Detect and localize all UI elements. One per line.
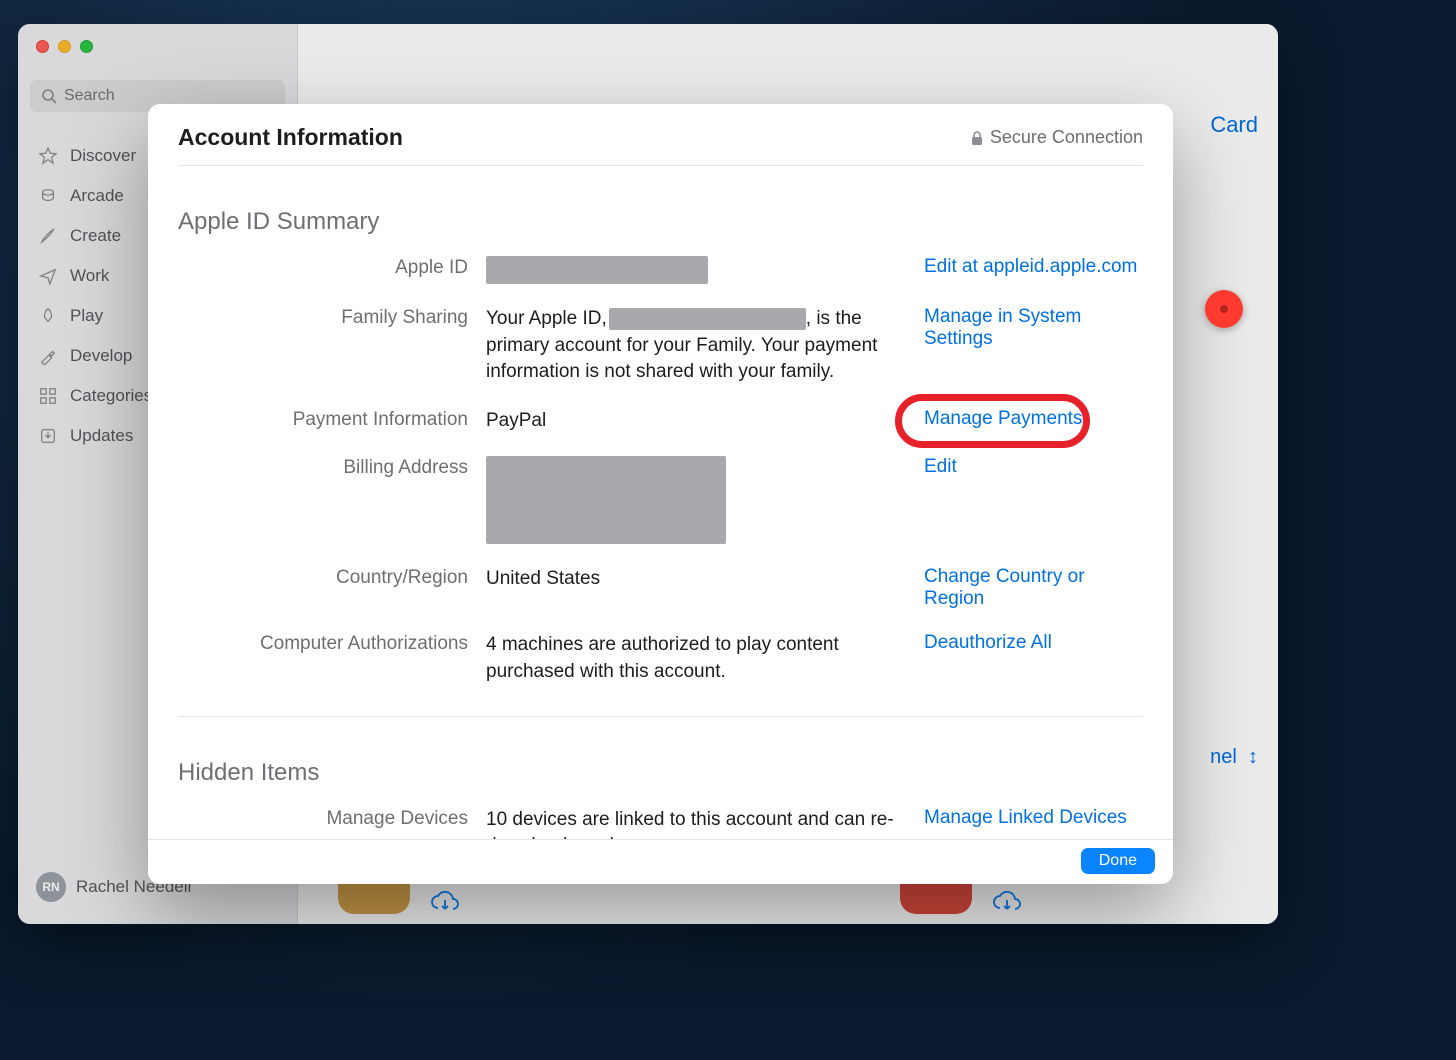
row-manage-devices: Manage Devices 10 devices are linked to … bbox=[178, 807, 1143, 839]
redacted-billing-address bbox=[486, 456, 726, 544]
payment-value: PayPal bbox=[486, 408, 906, 435]
row-apple-id: Apple ID Edit at appleid.apple.com bbox=[178, 256, 1143, 284]
secure-connection-text: Secure Connection bbox=[990, 127, 1143, 148]
row-label: Billing Address bbox=[178, 456, 468, 544]
row-label: Manage Devices bbox=[178, 807, 468, 839]
recording-indicator bbox=[1205, 290, 1243, 328]
manage-linked-devices-link[interactable]: Manage Linked Devices bbox=[924, 807, 1127, 828]
auth-value: 4 machines are authorized to play conten… bbox=[486, 632, 906, 685]
desktop-background: Discover Arcade Create Work Play Develop bbox=[0, 0, 1456, 1060]
section-apple-id-summary: Apple ID Summary bbox=[178, 208, 1143, 236]
row-label: Payment Information bbox=[178, 408, 468, 435]
redacted-appleid bbox=[486, 256, 708, 284]
family-sharing-value: Your Apple ID,, is the primary account f… bbox=[486, 306, 906, 386]
change-country-link[interactable]: Change Country or Region bbox=[924, 566, 1085, 609]
deauthorize-all-link[interactable]: Deauthorize All bbox=[924, 632, 1052, 653]
row-label: Country/Region bbox=[178, 566, 468, 610]
redacted-family-id bbox=[609, 308, 806, 330]
modal-scroll-area[interactable]: Account Information Secure Connection Ap… bbox=[148, 104, 1173, 839]
manage-payments-link[interactable]: Manage Payments bbox=[924, 408, 1082, 429]
section-divider bbox=[178, 716, 1143, 717]
country-value: United States bbox=[486, 566, 906, 610]
secure-connection-label: Secure Connection bbox=[970, 127, 1143, 148]
row-label: Computer Authorizations bbox=[178, 632, 468, 685]
done-button[interactable]: Done bbox=[1081, 848, 1155, 874]
row-country-region: Country/Region United States Change Coun… bbox=[178, 566, 1143, 610]
devices-value: 10 devices are linked to this account an… bbox=[486, 807, 906, 839]
lock-icon bbox=[970, 130, 984, 146]
modal-footer: Done bbox=[148, 839, 1173, 884]
edit-appleid-link[interactable]: Edit at appleid.apple.com bbox=[924, 256, 1137, 277]
apple-id-value bbox=[486, 256, 906, 284]
row-payment-information: Payment Information PayPal Manage Paymen… bbox=[178, 408, 1143, 435]
modal-title: Account Information bbox=[178, 124, 403, 151]
manage-family-link[interactable]: Manage in System Settings bbox=[924, 306, 1081, 349]
row-label: Apple ID bbox=[178, 256, 468, 284]
app-store-window: Discover Arcade Create Work Play Develop bbox=[18, 24, 1278, 924]
row-family-sharing: Family Sharing Your Apple ID,, is the pr… bbox=[178, 306, 1143, 386]
edit-billing-link[interactable]: Edit bbox=[924, 456, 957, 477]
account-information-modal: Account Information Secure Connection Ap… bbox=[148, 104, 1173, 884]
family-text-before: Your Apple ID, bbox=[486, 308, 607, 329]
billing-value bbox=[486, 456, 906, 544]
section-hidden-items: Hidden Items bbox=[178, 759, 1143, 787]
row-billing-address: Billing Address Edit bbox=[178, 456, 1143, 544]
row-computer-authorizations: Computer Authorizations 4 machines are a… bbox=[178, 632, 1143, 685]
row-label: Family Sharing bbox=[178, 306, 468, 386]
